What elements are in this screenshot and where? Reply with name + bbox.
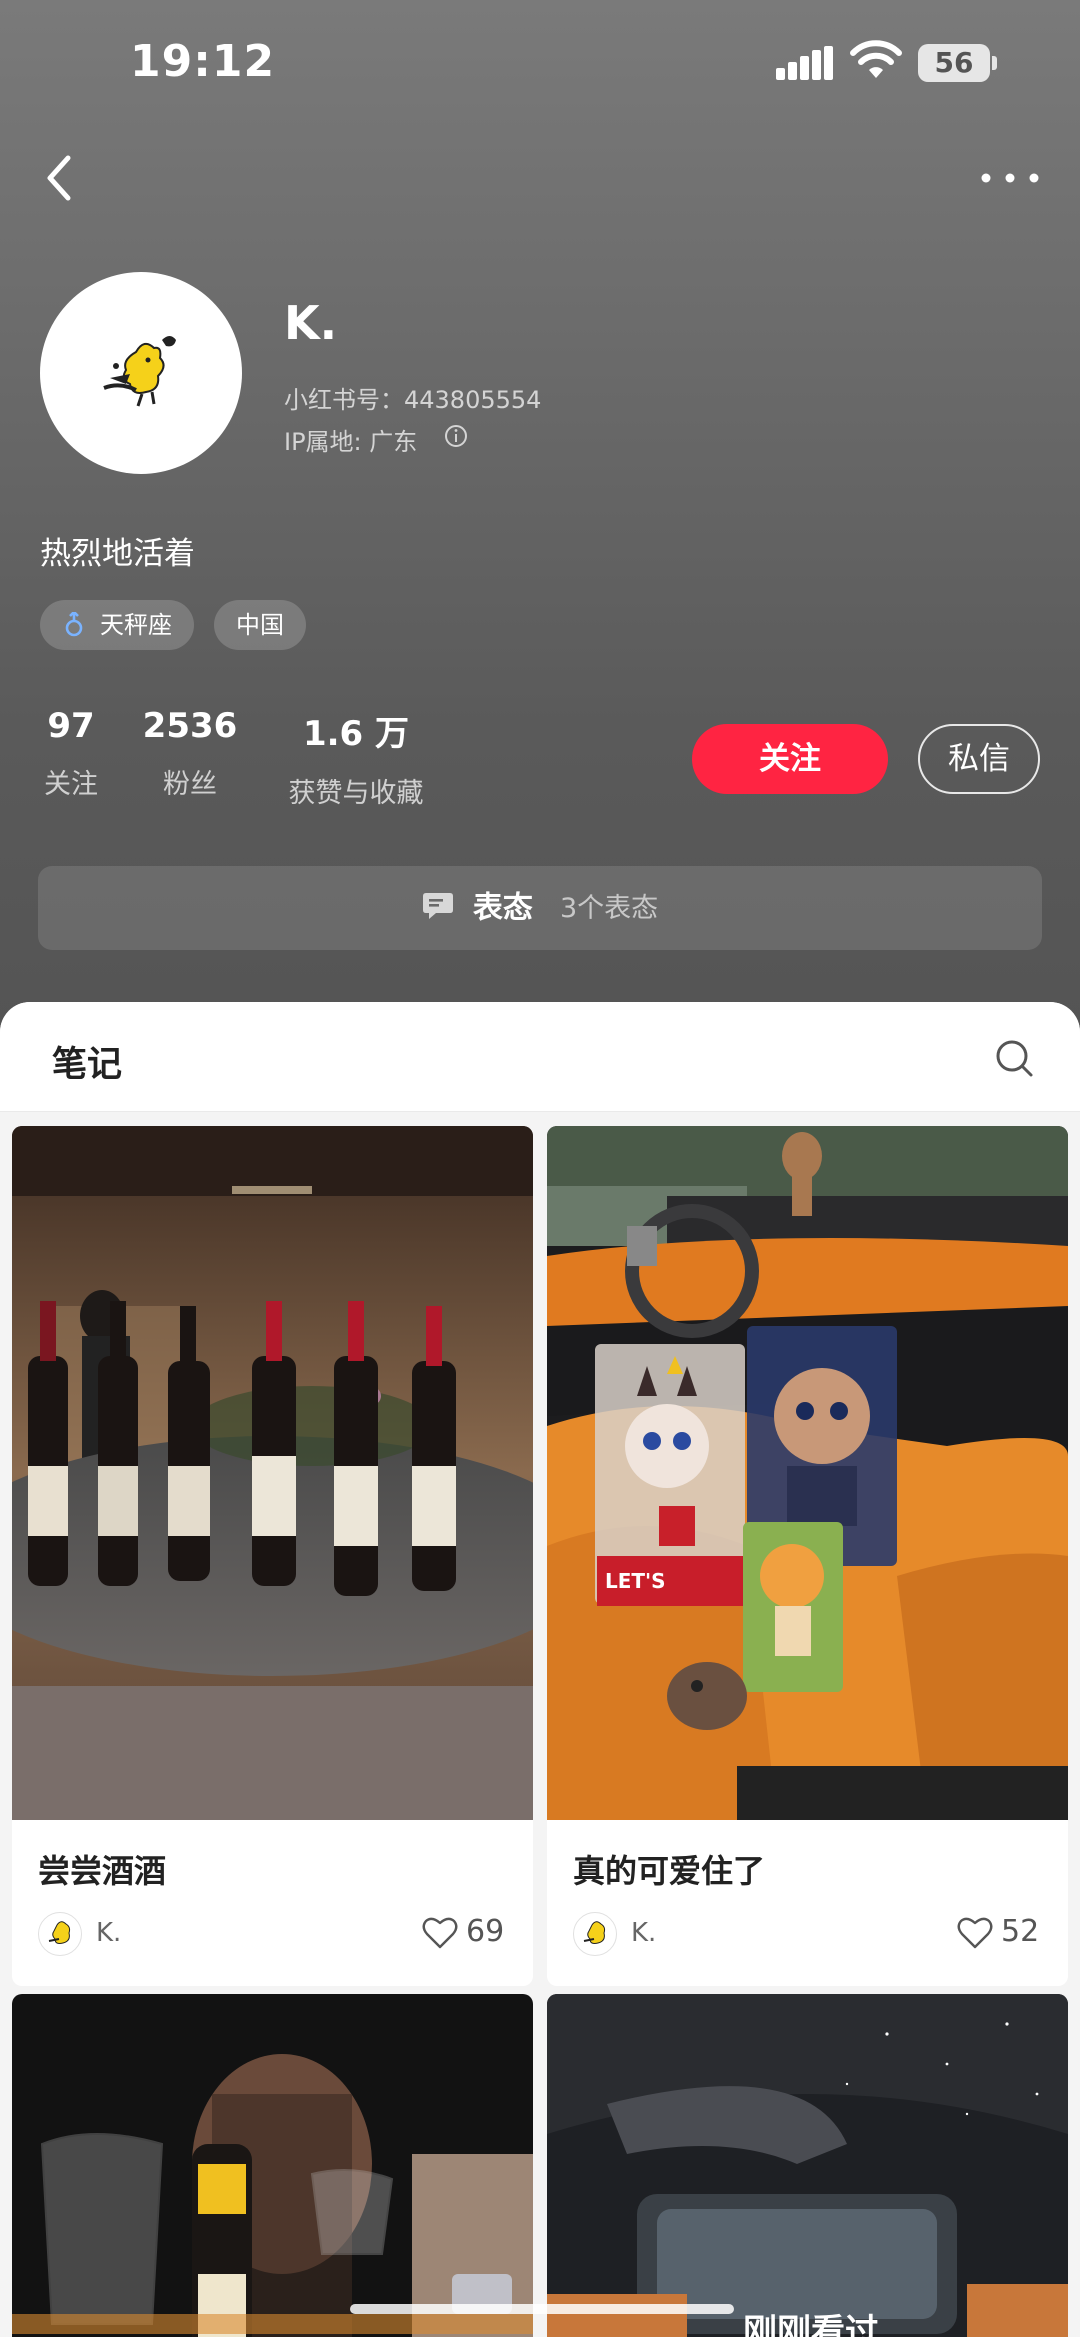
author-avatar[interactable] <box>38 1912 82 1956</box>
notes-panel: 笔记 尝尝酒酒 K. 69 LET'S 真的可爱住了 K. 52 刚刚看过 <box>0 1002 1080 2337</box>
message-button[interactable]: 私信 <box>918 724 1040 794</box>
home-indicator[interactable] <box>350 2304 734 2314</box>
battery-icon: 56 <box>918 44 998 82</box>
tag-zodiac: 天秤座 <box>40 600 194 650</box>
note-cover-car-interior <box>547 1994 1068 2337</box>
likes-label: 获赞与收藏 <box>288 778 424 809</box>
avatar-dinosaur-icon <box>103 336 176 407</box>
chat-bubble-icon <box>422 892 453 919</box>
reactions-title: 表态 <box>472 890 533 926</box>
avatar[interactable] <box>40 272 242 474</box>
note-title: 刚刚看过 <box>743 2312 879 2337</box>
svg-text:LET'S: LET'S <box>605 1569 666 1593</box>
wifi-icon <box>850 40 902 78</box>
status-bar: 19:12 56 <box>0 0 1080 130</box>
tag-country: 中国 <box>214 600 306 650</box>
female-symbol-icon <box>65 612 83 637</box>
reactions-count: 3个表态 <box>560 892 659 924</box>
note-title: 真的可爱住了 <box>573 1852 766 1890</box>
cellular-signal-icon <box>776 46 833 80</box>
search-icon[interactable] <box>994 1038 1034 1078</box>
heart-icon[interactable] <box>422 1916 458 1950</box>
note-card[interactable]: 刚刚看过 <box>547 1994 1068 2337</box>
user-id[interactable]: 小红书号：443805554 <box>284 380 541 415</box>
status-time: 19:12 <box>130 36 276 87</box>
info-icon[interactable] <box>444 424 468 448</box>
nickname: K. <box>284 296 338 350</box>
likes-count: 1.6 万 <box>302 714 410 754</box>
note-card[interactable] <box>12 1994 533 2337</box>
battery-level: 56 <box>918 44 990 82</box>
stat-fans[interactable]: 2536 粉丝 <box>140 706 240 801</box>
stat-likes[interactable]: 1.6 万 获赞与收藏 <box>276 706 436 810</box>
author-avatar[interactable] <box>573 1912 617 1956</box>
fans-label: 粉丝 <box>163 769 217 800</box>
note-cover-wine-glasses <box>12 1994 533 2337</box>
ip-location: IP属地: 广东 <box>284 428 418 456</box>
following-count: 97 <box>47 706 95 746</box>
tab-notes[interactable]: 笔记 <box>52 1036 122 1087</box>
like-count: 69 <box>466 1914 505 1949</box>
note-cover-toys-in-car: LET'S FALL <box>547 1126 1068 1820</box>
author-name[interactable]: K. <box>631 1918 656 1948</box>
reactions-bar[interactable]: 表态 3个表态 <box>38 866 1042 950</box>
stat-following[interactable]: 97 关注 <box>40 706 102 801</box>
note-title: 尝尝酒酒 <box>38 1852 167 1890</box>
note-card[interactable]: 尝尝酒酒 K. 69 <box>12 1126 533 1986</box>
following-label: 关注 <box>44 769 98 800</box>
note-cover-wine-bottles <box>12 1126 533 1820</box>
follow-button[interactable]: 关注 <box>692 724 888 794</box>
author-name[interactable]: K. <box>96 1918 121 1948</box>
bio: 热烈地活着 <box>40 536 195 572</box>
fans-count: 2536 <box>142 706 238 746</box>
like-count: 52 <box>1001 1914 1040 1949</box>
tag-country-label: 中国 <box>236 611 284 639</box>
notes-tab-bar: 笔记 <box>0 1002 1080 1112</box>
note-card[interactable]: LET'S FALL 真的可爱住了 <box>547 1126 1068 1986</box>
more-icon[interactable] <box>976 158 1046 198</box>
heart-icon[interactable] <box>957 1916 993 1950</box>
tag-zodiac-label: 天秤座 <box>100 611 172 639</box>
back-icon[interactable] <box>36 150 86 206</box>
